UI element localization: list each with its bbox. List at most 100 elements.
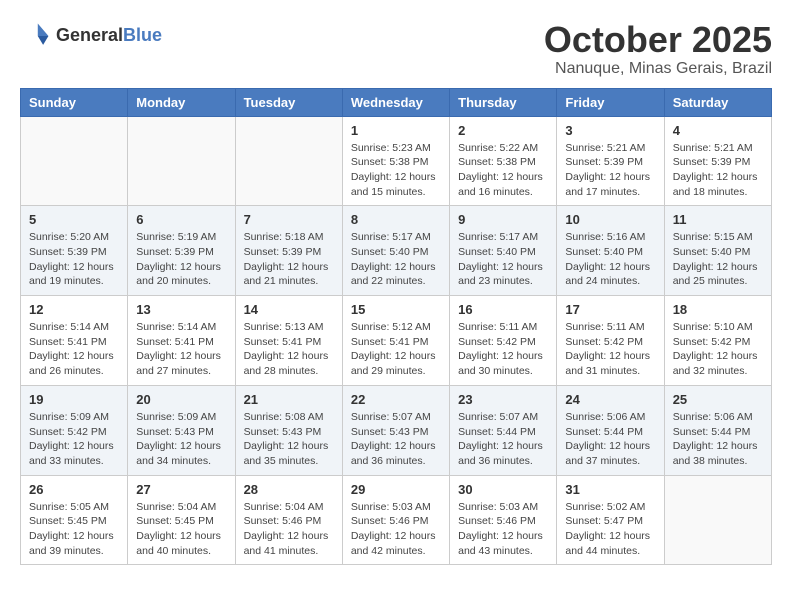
day-number: 24	[565, 392, 655, 407]
calendar-header-row: Sunday Monday Tuesday Wednesday Thursday…	[21, 88, 772, 116]
day-number: 5	[29, 212, 119, 227]
calendar-day: 7Sunrise: 5:18 AM Sunset: 5:39 PM Daylig…	[235, 206, 342, 296]
calendar-day: 18Sunrise: 5:10 AM Sunset: 5:42 PM Dayli…	[664, 296, 771, 386]
day-number: 17	[565, 302, 655, 317]
logo-text: General Blue	[56, 26, 162, 46]
day-number: 30	[458, 482, 548, 497]
day-info: Sunrise: 5:14 AM Sunset: 5:41 PM Dayligh…	[29, 320, 119, 379]
day-number: 12	[29, 302, 119, 317]
calendar-week-2: 12 Sunrise: 5:14 AM Sunset: 5:41 PM Dayli…	[21, 296, 772, 386]
location-title: Nanuque, Minas Gerais, Brazil	[544, 60, 772, 78]
calendar-day: 8Sunrise: 5:17 AM Sunset: 5:40 PM Daylig…	[342, 206, 449, 296]
calendar-day: 4Sunrise: 5:21 AM Sunset: 5:39 PM Daylig…	[664, 116, 771, 206]
calendar-day	[21, 116, 128, 206]
calendar-day	[128, 116, 235, 206]
day-number: 6	[136, 212, 226, 227]
day-number: 8	[351, 212, 441, 227]
calendar-day: 31 Sunrise: 5:02 AM Sunset: 5:47 PM Dayli…	[557, 475, 664, 565]
day-info: Sunrise: 5:07 AM Sunset: 5:44 PM Dayligh…	[458, 410, 548, 469]
day-info: Sunrise: 5:21 AM Sunset: 5:39 PM Dayligh…	[565, 141, 655, 200]
day-info: Sunrise: 5:19 AM Sunset: 5:39 PM Dayligh…	[136, 230, 226, 289]
calendar-day: 15 Sunrise: 5:12 AM Sunset: 5:41 PM Dayli…	[342, 296, 449, 386]
day-info: Sunrise: 5:15 AM Sunset: 5:40 PM Dayligh…	[673, 230, 763, 289]
day-info: Sunrise: 5:04 AM Sunset: 5:46 PM Dayligh…	[244, 500, 334, 559]
calendar-week-4: 26Sunrise: 5:05 AM Sunset: 5:45 PM Dayli…	[21, 475, 772, 565]
calendar-day: 13Sunrise: 5:14 AM Sunset: 5:41 PM Dayli…	[128, 296, 235, 386]
calendar-day: 5 Sunrise: 5:20 AM Sunset: 5:39 PM Daylig…	[21, 206, 128, 296]
calendar-day: 20 Sunrise: 5:09 AM Sunset: 5:43 PM Dayli…	[128, 385, 235, 475]
day-info: Sunrise: 5:11 AM Sunset: 5:42 PM Dayligh…	[458, 320, 548, 379]
logo: General Blue	[20, 20, 162, 52]
calendar-day: 26Sunrise: 5:05 AM Sunset: 5:45 PM Dayli…	[21, 475, 128, 565]
day-number: 22	[351, 392, 441, 407]
day-info: Sunrise: 5:23 AM Sunset: 5:38 PM Dayligh…	[351, 141, 441, 200]
day-info: Sunrise: 5:02 AM Sunset: 5:47 PM Dayligh…	[565, 500, 655, 559]
day-info: Sunrise: 5:07 AM Sunset: 5:43 PM Dayligh…	[351, 410, 441, 469]
calendar-day: 17 Sunrise: 5:11 AM Sunset: 5:42 PM Dayli…	[557, 296, 664, 386]
day-number: 15	[351, 302, 441, 317]
header-monday: Monday	[128, 88, 235, 116]
day-number: 2	[458, 123, 548, 138]
calendar-day: 10 Sunrise: 5:16 AM Sunset: 5:40 PM Dayli…	[557, 206, 664, 296]
day-info: Sunrise: 5:03 AM Sunset: 5:46 PM Dayligh…	[351, 500, 441, 559]
logo-icon	[20, 20, 52, 52]
day-number: 3	[565, 123, 655, 138]
header-friday: Friday	[557, 88, 664, 116]
calendar-day	[664, 475, 771, 565]
day-number: 10	[565, 212, 655, 227]
day-number: 31	[565, 482, 655, 497]
day-info: Sunrise: 5:06 AM Sunset: 5:44 PM Dayligh…	[565, 410, 655, 469]
day-info: Sunrise: 5:09 AM Sunset: 5:43 PM Dayligh…	[136, 410, 226, 469]
calendar-day: 19 Sunrise: 5:09 AM Sunset: 5:42 PM Dayli…	[21, 385, 128, 475]
day-info: Sunrise: 5:16 AM Sunset: 5:40 PM Dayligh…	[565, 230, 655, 289]
calendar-day: 3 Sunrise: 5:21 AM Sunset: 5:39 PM Daylig…	[557, 116, 664, 206]
logo-blue: Blue	[123, 26, 162, 46]
calendar-day: 12 Sunrise: 5:14 AM Sunset: 5:41 PM Dayli…	[21, 296, 128, 386]
day-info: Sunrise: 5:20 AM Sunset: 5:39 PM Dayligh…	[29, 230, 119, 289]
header-sunday: Sunday	[21, 88, 128, 116]
header-thursday: Thursday	[450, 88, 557, 116]
day-info: Sunrise: 5:06 AM Sunset: 5:44 PM Dayligh…	[673, 410, 763, 469]
day-number: 27	[136, 482, 226, 497]
calendar-day: 28 Sunrise: 5:04 AM Sunset: 5:46 PM Dayli…	[235, 475, 342, 565]
day-number: 9	[458, 212, 548, 227]
day-number: 18	[673, 302, 763, 317]
day-number: 13	[136, 302, 226, 317]
calendar-day: 9 Sunrise: 5:17 AM Sunset: 5:40 PM Daylig…	[450, 206, 557, 296]
day-info: Sunrise: 5:21 AM Sunset: 5:39 PM Dayligh…	[673, 141, 763, 200]
day-info: Sunrise: 5:13 AM Sunset: 5:41 PM Dayligh…	[244, 320, 334, 379]
day-number: 7	[244, 212, 334, 227]
page-header: General Blue October 2025 Nanuque, Minas…	[20, 20, 772, 78]
day-number: 11	[673, 212, 763, 227]
calendar-table: Sunday Monday Tuesday Wednesday Thursday…	[20, 88, 772, 566]
calendar-day: 11 Sunrise: 5:15 AM Sunset: 5:40 PM Dayli…	[664, 206, 771, 296]
day-info: Sunrise: 5:12 AM Sunset: 5:41 PM Dayligh…	[351, 320, 441, 379]
day-number: 20	[136, 392, 226, 407]
header-tuesday: Tuesday	[235, 88, 342, 116]
day-number: 23	[458, 392, 548, 407]
day-number: 1	[351, 123, 441, 138]
logo-general: General	[56, 26, 123, 46]
calendar-day: 2 Sunrise: 5:22 AM Sunset: 5:38 PM Daylig…	[450, 116, 557, 206]
day-number: 28	[244, 482, 334, 497]
calendar-day: 21 Sunrise: 5:08 AM Sunset: 5:43 PM Dayli…	[235, 385, 342, 475]
day-info: Sunrise: 5:09 AM Sunset: 5:42 PM Dayligh…	[29, 410, 119, 469]
day-info: Sunrise: 5:04 AM Sunset: 5:45 PM Dayligh…	[136, 500, 226, 559]
day-info: Sunrise: 5:05 AM Sunset: 5:45 PM Dayligh…	[29, 500, 119, 559]
calendar-week-1: 5 Sunrise: 5:20 AM Sunset: 5:39 PM Daylig…	[21, 206, 772, 296]
day-info: Sunrise: 5:11 AM Sunset: 5:42 PM Dayligh…	[565, 320, 655, 379]
day-number: 25	[673, 392, 763, 407]
day-info: Sunrise: 5:17 AM Sunset: 5:40 PM Dayligh…	[458, 230, 548, 289]
calendar-day: 1 Sunrise: 5:23 AM Sunset: 5:38 PM Daylig…	[342, 116, 449, 206]
calendar-day	[235, 116, 342, 206]
header-saturday: Saturday	[664, 88, 771, 116]
day-number: 19	[29, 392, 119, 407]
day-number: 21	[244, 392, 334, 407]
title-area: October 2025 Nanuque, Minas Gerais, Braz…	[544, 20, 772, 78]
day-info: Sunrise: 5:22 AM Sunset: 5:38 PM Dayligh…	[458, 141, 548, 200]
calendar-day: 23 Sunrise: 5:07 AM Sunset: 5:44 PM Dayli…	[450, 385, 557, 475]
day-number: 14	[244, 302, 334, 317]
calendar-week-3: 19 Sunrise: 5:09 AM Sunset: 5:42 PM Dayli…	[21, 385, 772, 475]
day-info: Sunrise: 5:08 AM Sunset: 5:43 PM Dayligh…	[244, 410, 334, 469]
calendar-day: 14 Sunrise: 5:13 AM Sunset: 5:41 PM Dayli…	[235, 296, 342, 386]
